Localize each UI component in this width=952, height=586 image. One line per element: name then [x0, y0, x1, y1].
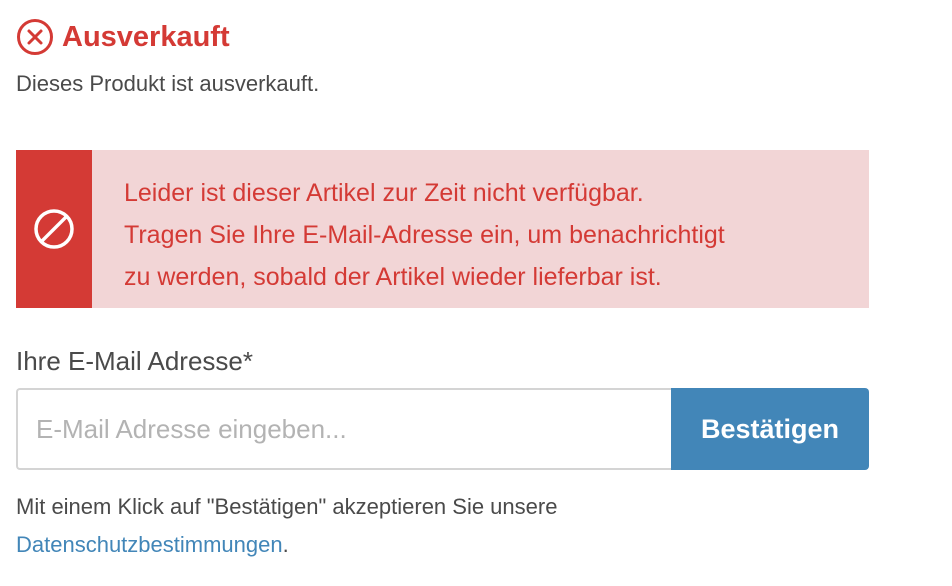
stock-status: Ausverkauft	[16, 18, 230, 56]
alert-line: Tragen Sie Ihre E-Mail-Adresse ein, um b…	[124, 221, 725, 249]
unavailable-alert: Leider ist dieser Artikel zur Zeit nicht…	[16, 150, 869, 308]
privacy-policy-link[interactable]: Datenschutzbestimmungen	[16, 532, 283, 557]
alert-line: zu werden, sobald der Artikel wieder lie…	[124, 263, 662, 291]
email-label: Ihre E-Mail Adresse*	[16, 346, 253, 376]
alert-line: Leider ist dieser Artikel zur Zeit nicht…	[124, 179, 644, 207]
consent-text: Mit einem Klick auf "Bestätigen" akzepti…	[16, 488, 896, 564]
alert-message: Leider ist dieser Artikel zur Zeit nicht…	[92, 150, 751, 308]
consent-sentence: Mit einem Klick auf "Bestätigen" akzepti…	[16, 494, 558, 519]
status-description: Dieses Produkt ist ausverkauft.	[16, 71, 320, 96]
circle-x-icon	[16, 18, 54, 56]
ban-icon	[32, 207, 76, 251]
alert-icon-box	[16, 150, 92, 308]
consent-suffix: .	[282, 532, 289, 557]
email-input[interactable]	[16, 388, 671, 470]
confirm-button[interactable]: Bestätigen	[671, 388, 869, 470]
notify-form: Bestätigen	[16, 388, 869, 470]
status-title: Ausverkauft	[62, 21, 230, 53]
